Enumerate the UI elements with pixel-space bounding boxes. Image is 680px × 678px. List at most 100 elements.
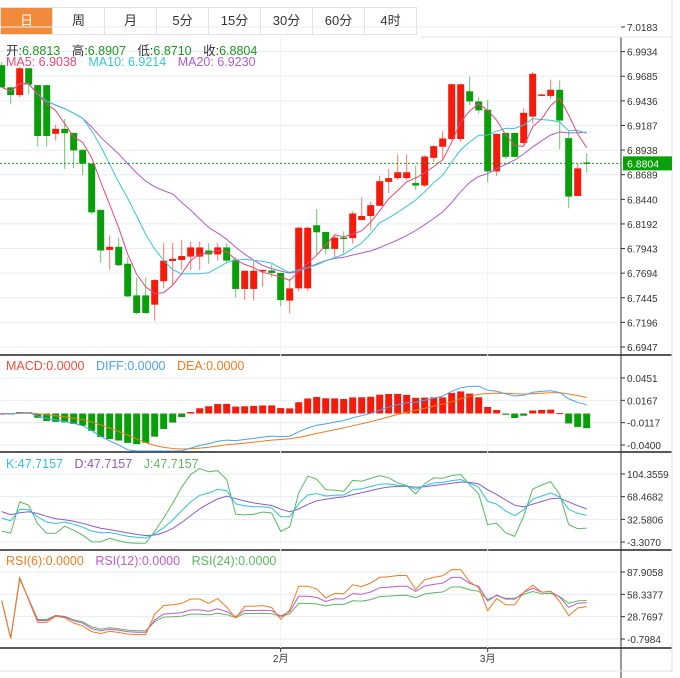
macd-bar bbox=[448, 392, 456, 414]
candle-up bbox=[241, 270, 249, 289]
candle-up bbox=[160, 260, 168, 282]
macd-bar bbox=[547, 409, 555, 414]
candle-down bbox=[61, 128, 69, 134]
price-tick-label: 7.0183 bbox=[627, 23, 658, 34]
macd-bar bbox=[115, 413, 123, 441]
candle-down bbox=[412, 183, 420, 186]
macd-legend: MACD:0.0000 DIFF:0.0000 DEA:0.0000 bbox=[6, 359, 252, 373]
kdj-tick-label: -3.3070 bbox=[627, 538, 661, 549]
price-tick-label: 6.6947 bbox=[627, 343, 658, 354]
macd-bar bbox=[385, 393, 393, 414]
candle-up bbox=[250, 270, 258, 289]
macd-bar bbox=[529, 410, 537, 414]
price-tick-label: 6.9187 bbox=[627, 121, 658, 132]
rsi-tick-label: 87.9058 bbox=[627, 568, 664, 579]
candle-down bbox=[268, 270, 276, 273]
macd-bar bbox=[178, 413, 186, 418]
macd-bar bbox=[160, 413, 168, 429]
macd-bar bbox=[511, 413, 519, 419]
price-tick-label: 6.7196 bbox=[627, 318, 658, 329]
macd-bar bbox=[124, 413, 132, 443]
macd-tick-label: -0.0400 bbox=[627, 441, 661, 452]
candle-down bbox=[88, 163, 96, 213]
candle-up bbox=[385, 178, 393, 182]
macd-bar bbox=[520, 413, 528, 416]
macd-bar bbox=[232, 406, 240, 414]
candle-down bbox=[565, 138, 573, 197]
candle-down bbox=[340, 237, 348, 240]
candle-down bbox=[313, 225, 321, 233]
candle-up bbox=[367, 205, 375, 216]
ma10-legend: MA10: 6.9214 bbox=[88, 55, 167, 69]
candle-down bbox=[43, 85, 51, 136]
candle-up bbox=[295, 227, 303, 289]
macd-bar bbox=[286, 408, 294, 414]
ma20-legend: MA20: 6.9230 bbox=[177, 55, 256, 69]
macd-legend-macd: MACD:0.0000 bbox=[6, 359, 85, 373]
price-tick-label: 6.7694 bbox=[627, 269, 658, 280]
candle-up bbox=[538, 94, 546, 96]
kdj-tick-label: 104.3559 bbox=[627, 470, 669, 481]
macd-bar bbox=[484, 406, 492, 414]
x-tick-label: 2月 bbox=[273, 653, 289, 665]
candle-down bbox=[70, 132, 78, 151]
macd-bar bbox=[196, 408, 204, 414]
candle-up bbox=[304, 227, 312, 289]
candle-up bbox=[106, 246, 114, 250]
candle-down bbox=[79, 149, 87, 164]
macd-bar bbox=[250, 405, 258, 414]
rsi12-legend: RSI(12):0.0000 bbox=[95, 554, 181, 568]
candle-up bbox=[52, 128, 60, 134]
candle-up bbox=[493, 133, 501, 172]
macd-bar bbox=[367, 396, 375, 414]
candle-up bbox=[529, 73, 537, 117]
price-tick-label: 6.7445 bbox=[627, 294, 658, 305]
macd-bar bbox=[277, 408, 285, 414]
candle-down bbox=[97, 209, 105, 251]
macd-bar bbox=[106, 413, 114, 439]
candle-up bbox=[178, 256, 186, 260]
macd-bar bbox=[304, 398, 312, 414]
price-tick-label: 6.7943 bbox=[627, 245, 658, 256]
candle-down bbox=[556, 89, 564, 121]
kdj-tick-label: 68.4682 bbox=[627, 493, 664, 504]
rsi-tick-label: 58.3377 bbox=[627, 590, 664, 601]
macd-bar bbox=[295, 402, 303, 414]
candle-down bbox=[34, 85, 42, 136]
ma-legend: MA5: 6.9038 MA10: 6.9214 MA20: 6.9230 bbox=[6, 55, 264, 69]
candle-up bbox=[520, 112, 528, 143]
x-tick-label: 3月 bbox=[480, 653, 496, 665]
macd-bar bbox=[583, 413, 591, 429]
chart-canvas[interactable]: 7.0183 6.9934 6.9685 6.9436 6.9187 6.8938 6.86… bbox=[0, 0, 680, 678]
macd-bar bbox=[241, 406, 249, 414]
current-price-label: 6.8804 bbox=[627, 158, 659, 170]
rsi-tick-label: -0.7984 bbox=[627, 635, 661, 646]
macd-tick-label: 0.0451 bbox=[627, 374, 658, 385]
candle-up bbox=[187, 247, 195, 257]
candle-up bbox=[169, 258, 177, 261]
candle-down bbox=[484, 109, 492, 172]
candle-down bbox=[133, 295, 141, 313]
candle-down bbox=[124, 263, 132, 297]
rsi24-legend: RSI(24):0.0000 bbox=[191, 554, 277, 568]
rsi6-legend: RSI(6):0.0000 bbox=[6, 554, 84, 568]
candle-up bbox=[394, 172, 402, 179]
candle-down bbox=[322, 231, 330, 249]
macd-bar bbox=[457, 391, 465, 414]
macd-bar bbox=[358, 397, 366, 414]
candle-down bbox=[0, 65, 6, 88]
macd-bar bbox=[331, 398, 339, 414]
candle-up bbox=[403, 172, 411, 179]
candle-up bbox=[151, 280, 159, 305]
candle-up bbox=[547, 89, 555, 96]
rsi-tick-label: 28.7697 bbox=[627, 613, 664, 624]
rsi-legend: RSI(6):0.0000 RSI(12):0.0000 RSI(24):0.0… bbox=[6, 554, 284, 568]
macd-bar bbox=[259, 405, 267, 414]
macd-tick-label: 0.0167 bbox=[627, 396, 658, 407]
macd-bar bbox=[223, 403, 231, 414]
macd-bar bbox=[322, 398, 330, 414]
candle-down bbox=[115, 246, 123, 266]
price-tick-label: 6.8689 bbox=[627, 171, 658, 182]
kdj-legend-d: D:47.7157 bbox=[74, 457, 133, 471]
macd-bar bbox=[403, 394, 411, 414]
